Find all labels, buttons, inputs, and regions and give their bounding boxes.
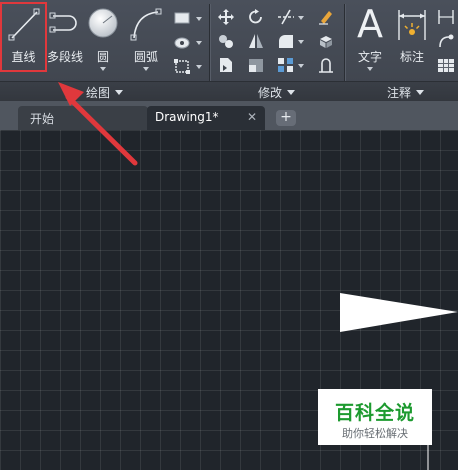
watermark-subtitle: 助你轻松解决	[342, 427, 408, 440]
watermark-title: 百科全说	[334, 402, 415, 424]
watermark-logo: 百科全说 助你轻松解决	[318, 389, 432, 445]
